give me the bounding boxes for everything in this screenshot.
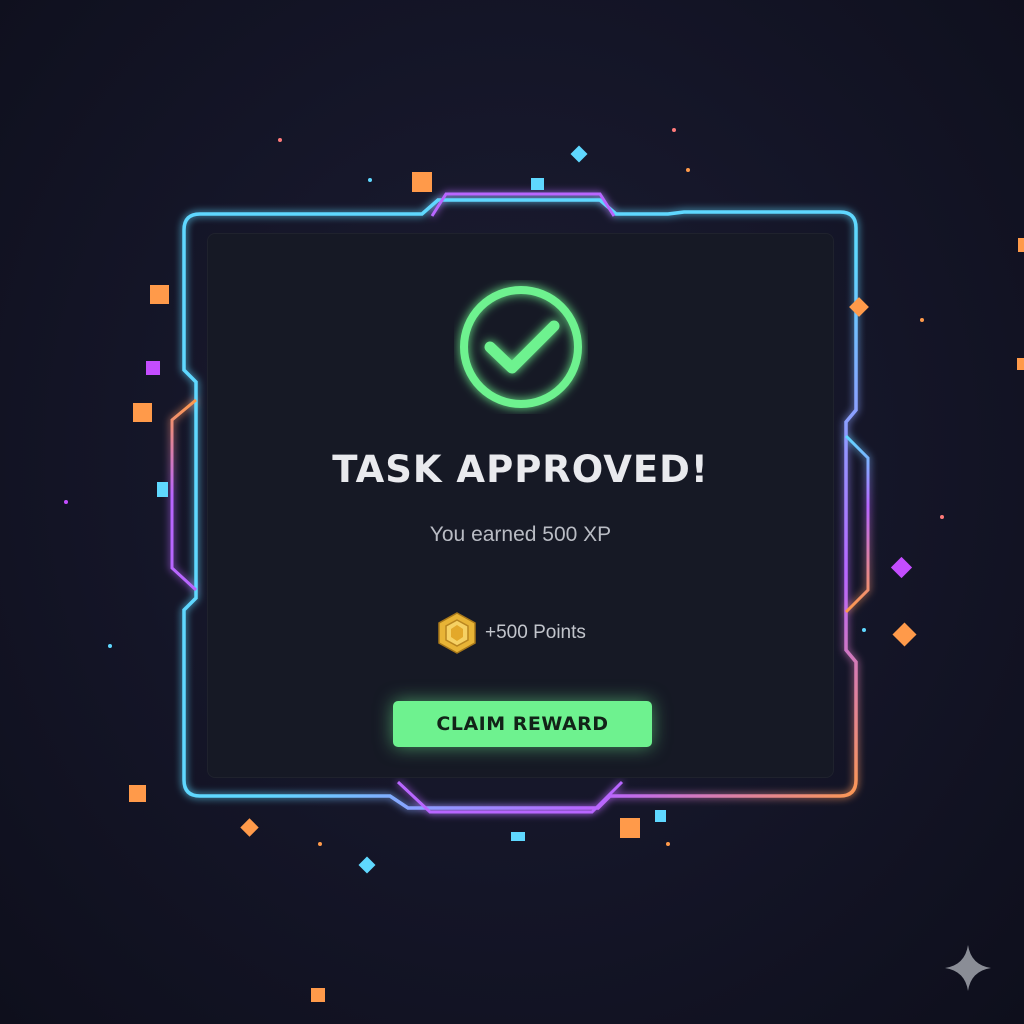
confetti-dot [940, 515, 944, 519]
confetti-dot [278, 138, 282, 142]
confetti-square [129, 785, 146, 802]
confetti-dot [108, 644, 112, 648]
confetti-square [531, 178, 544, 190]
confetti-dot [672, 128, 676, 132]
confetti-dot [64, 500, 68, 504]
confetti-square [1018, 238, 1024, 252]
confetti-square [1017, 358, 1024, 370]
confetti-square [150, 285, 169, 304]
confetti-dot [686, 168, 690, 172]
xp-earned-text: You earned 500 XP [429, 523, 612, 546]
dialog-title: TASK APPROVED! [332, 448, 709, 491]
confetti-square [511, 832, 525, 841]
confetti-square [133, 403, 152, 422]
confetti-dot [368, 178, 372, 182]
claim-reward-button[interactable]: CLAIM REWARD [393, 701, 652, 747]
confetti-dot [666, 842, 670, 846]
confetti-dot [862, 628, 866, 632]
sparkle-icon [943, 943, 993, 993]
reward-points: +500 Points [437, 611, 586, 655]
hexagon-coin-icon [437, 612, 477, 654]
confetti-square [311, 988, 325, 1002]
confetti-square [412, 172, 432, 192]
confetti-square [655, 810, 666, 822]
popup-screen: TASK APPROVED! You earned 500 XP +500 Po… [0, 0, 1024, 1024]
check-circle-icon [454, 280, 588, 414]
confetti-square [146, 361, 160, 375]
confetti-dot [318, 842, 322, 846]
confetti-dot [920, 318, 924, 322]
confetti-square [620, 818, 640, 838]
confetti-square [157, 482, 168, 497]
approval-dialog: TASK APPROVED! You earned 500 XP +500 Po… [207, 233, 834, 778]
reward-points-label: +500 Points [485, 622, 586, 643]
